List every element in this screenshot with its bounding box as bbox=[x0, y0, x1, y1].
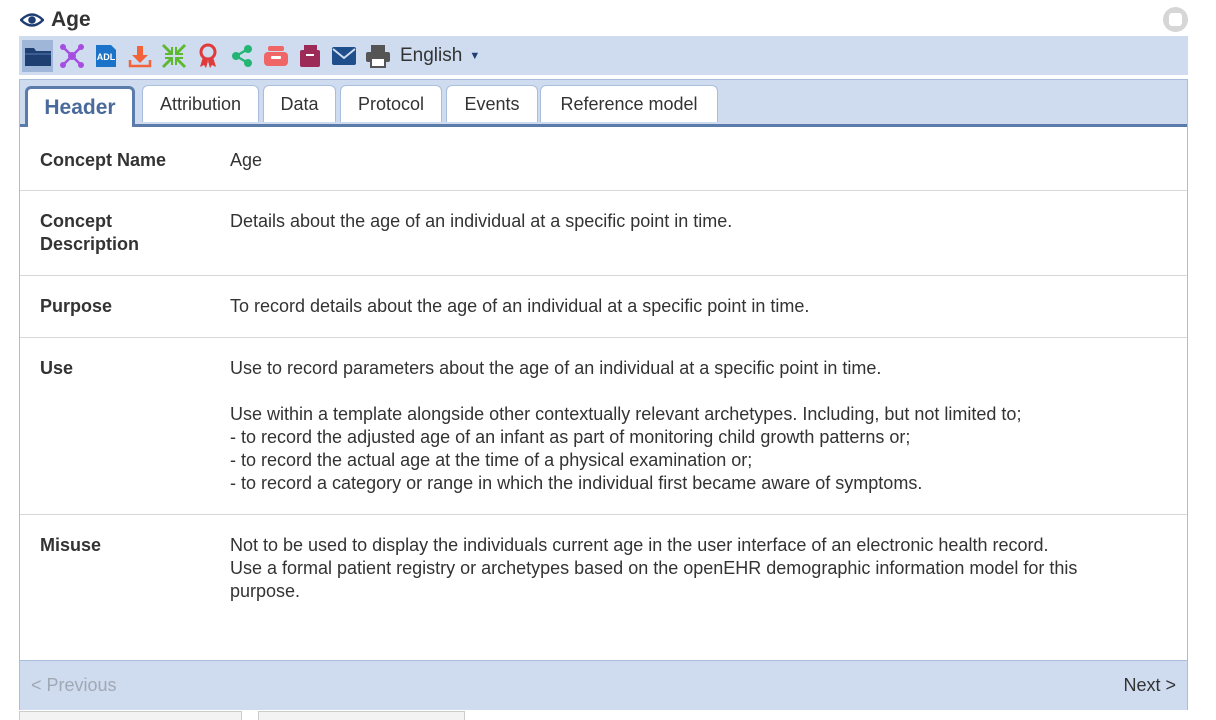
purpose-row: Purpose To record details about the age … bbox=[20, 276, 1187, 338]
mindmap-icon[interactable] bbox=[56, 40, 87, 72]
tab-protocol[interactable]: Protocol bbox=[340, 85, 442, 122]
title-bar: Age bbox=[20, 6, 91, 34]
tab-bar: Header Attribution Data Protocol Events … bbox=[20, 80, 1187, 127]
concept-description-row: Concept Description Details about the ag… bbox=[20, 191, 1187, 276]
tab-reference-model[interactable]: Reference model bbox=[540, 85, 718, 122]
misuse-line: Not to be used to display the individual… bbox=[230, 535, 1049, 555]
share-icon[interactable] bbox=[226, 40, 257, 72]
use-line: Use within a template alongside other co… bbox=[230, 404, 1022, 424]
ribbon-icon[interactable] bbox=[192, 40, 223, 72]
misuse-label: Misuse bbox=[40, 535, 102, 555]
stop-icon[interactable] bbox=[1163, 7, 1188, 32]
tab-attribution[interactable]: Attribution bbox=[142, 85, 259, 122]
concept-description-label: Concept Description bbox=[40, 211, 140, 254]
toolbar: ADL English ▼ bbox=[19, 36, 1188, 75]
concept-name-value: Age bbox=[230, 150, 263, 170]
use-line bbox=[230, 380, 1150, 403]
next-button[interactable]: Next > bbox=[1123, 675, 1176, 696]
tab-events[interactable]: Events bbox=[446, 85, 538, 122]
language-selector[interactable]: English ▼ bbox=[400, 45, 480, 67]
previous-button[interactable]: < Previous bbox=[31, 675, 117, 696]
purpose-label: Purpose bbox=[40, 296, 113, 316]
header-content: Concept Name Age Concept Description Det… bbox=[20, 130, 1187, 635]
pager: < Previous Next > bbox=[20, 660, 1187, 710]
misuse-value: Not to be used to display the individual… bbox=[230, 534, 1130, 603]
use-line: - to record the adjusted age of an infan… bbox=[230, 427, 911, 447]
concept-name-row: Concept Name Age bbox=[20, 130, 1187, 191]
concept-description-value: Details about the age of an individual a… bbox=[230, 211, 733, 231]
adl-icon[interactable]: ADL bbox=[90, 40, 121, 72]
download-icon[interactable] bbox=[124, 40, 155, 72]
mail-icon[interactable] bbox=[328, 40, 359, 72]
caret-down-icon: ▼ bbox=[469, 49, 481, 62]
tab-header[interactable]: Header bbox=[25, 86, 135, 127]
use-line: - to record a category or range in which… bbox=[230, 473, 923, 493]
use-row: Use Use to record parameters about the a… bbox=[20, 338, 1187, 515]
use-line: Use to record parameters about the age o… bbox=[230, 358, 882, 378]
bottom-button-1[interactable] bbox=[19, 711, 242, 720]
eye-icon bbox=[20, 9, 46, 31]
concept-name-label: Concept Name bbox=[40, 150, 167, 170]
tab-data[interactable]: Data bbox=[263, 85, 336, 122]
inbox-icon[interactable] bbox=[260, 40, 291, 72]
misuse-row: Misuse Not to be used to display the ind… bbox=[20, 515, 1187, 635]
use-label: Use bbox=[40, 358, 74, 378]
folder-icon[interactable] bbox=[22, 39, 53, 72]
use-line: - to record the actual age at the time o… bbox=[230, 450, 753, 470]
compress-icon[interactable] bbox=[158, 40, 189, 72]
language-label: English bbox=[400, 44, 463, 66]
archetype-panel: Header Attribution Data Protocol Events … bbox=[19, 79, 1188, 710]
use-value: Use to record parameters about the age o… bbox=[230, 357, 1150, 495]
archive-icon[interactable] bbox=[294, 40, 325, 72]
page-title: Age bbox=[51, 8, 91, 31]
purpose-value: To record details about the age of an in… bbox=[230, 296, 810, 316]
bottom-button-2[interactable] bbox=[258, 711, 465, 720]
svg-text:ADL: ADL bbox=[96, 52, 115, 62]
print-icon[interactable] bbox=[362, 40, 393, 72]
misuse-line: Use a formal patient registry or archety… bbox=[230, 558, 1078, 601]
